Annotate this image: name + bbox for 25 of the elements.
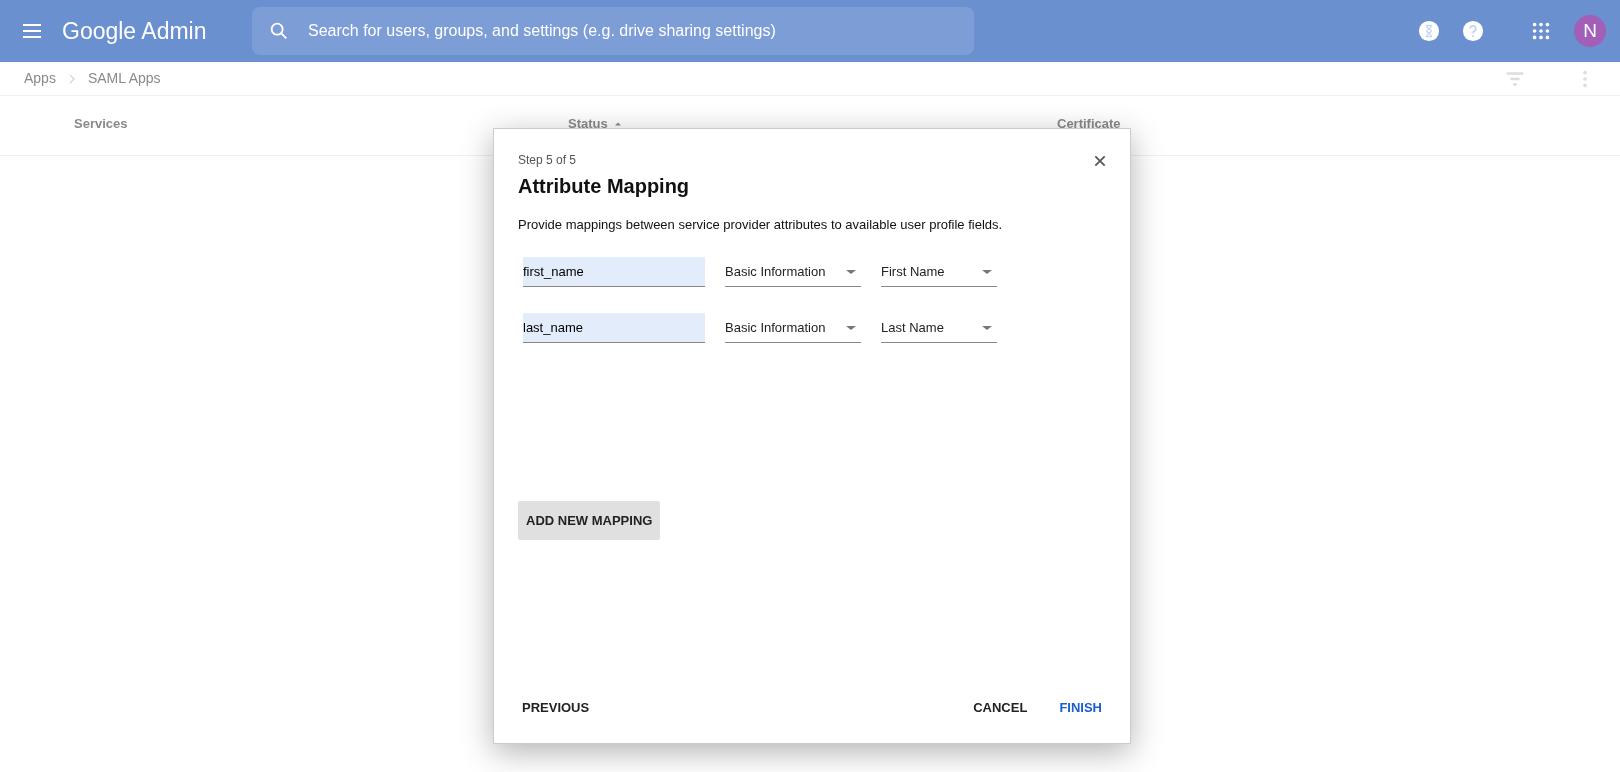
dialog-button[interactable]: PREVIOUS [518, 691, 594, 723]
dropdown[interactable]: First Name [881, 258, 997, 287]
step-indicator: Step 5 of 5 [518, 152, 577, 169]
app-logo: Google Admin [62, 16, 208, 46]
search-field[interactable]: Search for users, groups, and settings (e.g. drive sharing settings) [252, 7, 974, 55]
column-header[interactable]: Services [74, 114, 128, 134]
search-input[interactable]: Search for users, groups, and settings (e.g. drive sharing settings) [306, 18, 958, 44]
dialog-button[interactable]: FINISH [1055, 691, 1106, 723]
attribute-input[interactable]: last_name [523, 312, 705, 343]
hourglass-icon[interactable] [1418, 20, 1440, 42]
apps-grid-icon[interactable] [1530, 20, 1552, 42]
search-icon [268, 20, 290, 42]
dropdown[interactable]: Basic Information [725, 314, 861, 343]
dropdown[interactable]: Basic Information [725, 258, 861, 287]
avatar[interactable]: N [1574, 15, 1606, 47]
dialog-button[interactable]: CANCEL [969, 691, 1032, 723]
breadcrumb-link[interactable]: SAML Apps [87, 68, 161, 89]
attribute-input[interactable]: first_name [523, 256, 705, 287]
dropdown[interactable]: Last Name [881, 314, 997, 343]
close-icon[interactable] [1093, 154, 1107, 168]
dialog-title: Attribute Mapping [518, 174, 691, 199]
dialog-description: Provide mappings between service provider attributes to available user profile fields. [518, 216, 1004, 234]
help-icon[interactable] [1462, 20, 1484, 42]
add-mapping-button[interactable]: ADD NEW MAPPING [518, 500, 661, 540]
breadcrumb-link[interactable]: Apps [24, 68, 56, 89]
